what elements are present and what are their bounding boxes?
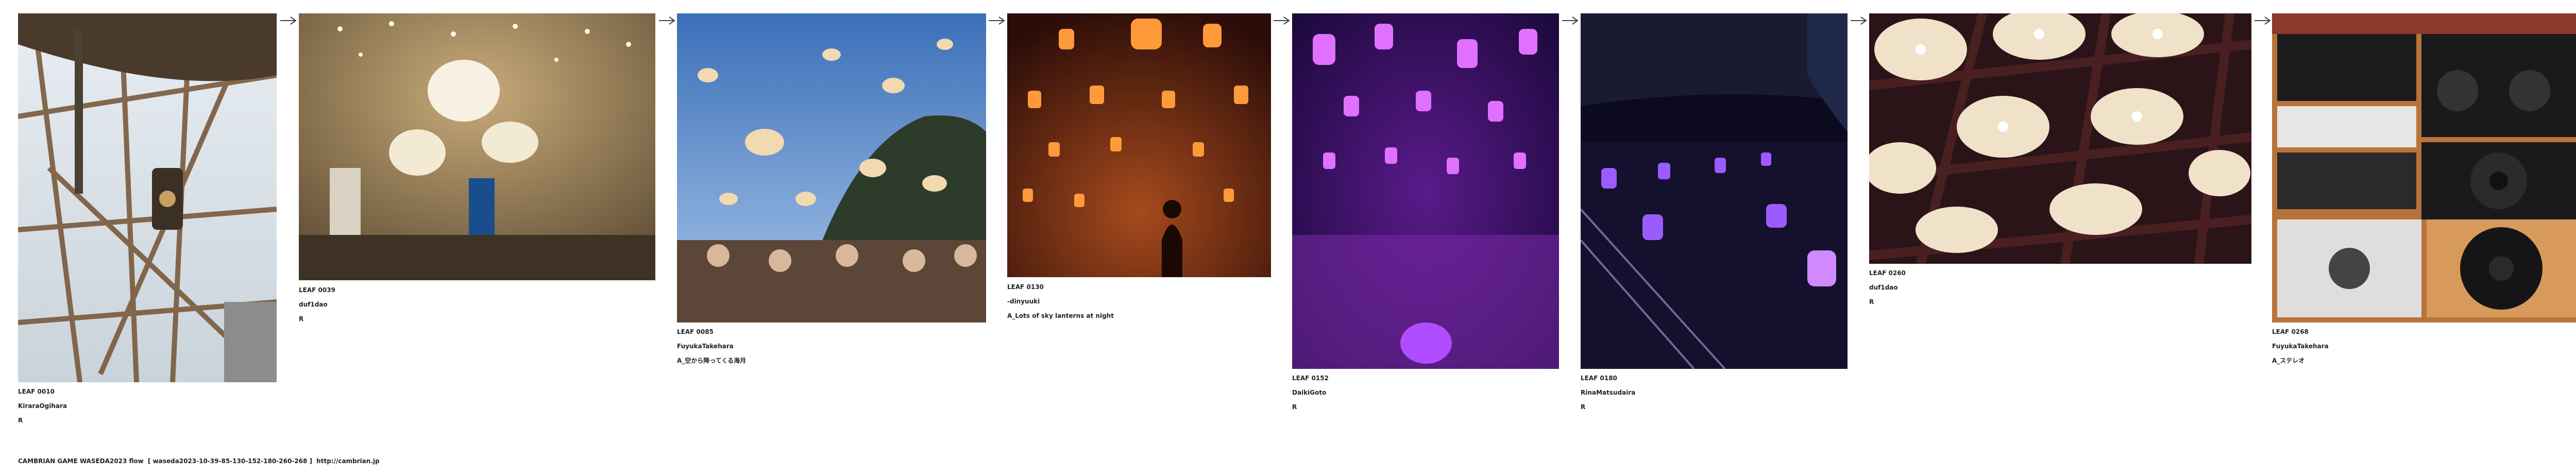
- leaf-author[interactable]: -dinyuuki: [1007, 294, 1114, 309]
- leaf-photo-0152[interactable]: [1292, 13, 1559, 369]
- leaf-photo-0039[interactable]: [299, 13, 655, 280]
- leaf-note: R: [299, 315, 304, 323]
- leaf-note: R: [1869, 298, 1874, 306]
- leaf-photo-0085[interactable]: [677, 13, 986, 323]
- leaf-author[interactable]: FuyukaTakehara: [2272, 339, 2329, 353]
- flow-arrow-icon: [1561, 15, 1580, 26]
- flow-arrow-icon: [2253, 15, 2272, 26]
- flow-arrow-icon: [1850, 15, 1868, 26]
- leaf-id: LEAF 0085: [677, 328, 714, 335]
- leaf-note: R: [1292, 403, 1297, 411]
- footer-link[interactable]: http://cambrian.jp: [316, 457, 379, 465]
- flow-arrow-icon: [988, 15, 1006, 26]
- leaf-note: A_Lots of sky lanterns at night: [1007, 312, 1114, 319]
- leaf-author[interactable]: FuyukaTakehara: [677, 339, 746, 353]
- leaf-photo-0010[interactable]: [18, 13, 277, 382]
- leaf-id: LEAF 0260: [1869, 269, 1906, 277]
- leaf-photo-0268[interactable]: [2272, 13, 2576, 323]
- leaf-author[interactable]: DaikiGoto: [1292, 385, 1329, 400]
- leaf-id: LEAF 0130: [1007, 283, 1044, 291]
- footer-flow: [ waseda2023-10-39-85-130-152-180-260-26…: [147, 457, 312, 465]
- leaf-id: LEAF 0152: [1292, 375, 1329, 382]
- leaf-author[interactable]: duf1dao: [1869, 280, 1906, 295]
- page-footer: CAMBRIAN GAME WASEDA2023 flow [ waseda20…: [18, 457, 382, 465]
- leaf-photo-0260[interactable]: [1869, 13, 2251, 264]
- leaf-note: R: [1581, 403, 1586, 411]
- flow-arrow-icon: [1273, 15, 1291, 26]
- leaf-id: LEAF 0039: [299, 286, 335, 294]
- leaf-photo-0180[interactable]: [1581, 13, 1848, 369]
- footer-title: CAMBRIAN GAME WASEDA2023 flow: [18, 457, 144, 465]
- leaf-author[interactable]: RinaMatsudaira: [1581, 385, 1635, 400]
- leaf-author[interactable]: KiraraOgihara: [18, 399, 67, 413]
- leaf-note: R: [18, 417, 23, 424]
- leaf-photo-0130[interactable]: [1007, 13, 1271, 277]
- leaf-id: LEAF 0180: [1581, 375, 1617, 382]
- flow-arrow-icon: [658, 15, 676, 26]
- leaf-note: A_ステレオ: [2272, 357, 2305, 364]
- leaf-id: LEAF 0268: [2272, 328, 2309, 335]
- leaf-author[interactable]: duf1dao: [299, 297, 335, 312]
- leaf-id: LEAF 0010: [18, 388, 55, 395]
- leaf-note: A_空から降ってくる海月: [677, 357, 747, 364]
- flow-arrow-icon: [279, 15, 298, 26]
